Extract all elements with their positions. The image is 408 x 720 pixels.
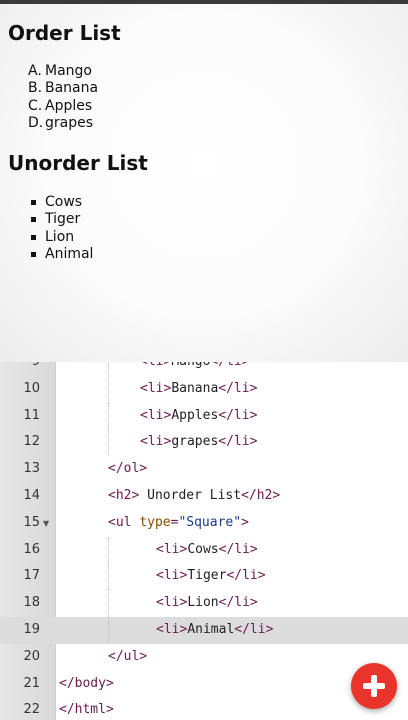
unordered-list-heading: Unorder List	[8, 151, 148, 175]
code-text: <li>Cows</li>	[156, 541, 258, 557]
indent-guide	[108, 563, 109, 591]
line-number: 18	[23, 595, 40, 611]
list-item-text: grapes	[45, 114, 94, 131]
code-line[interactable]: 12 <li>grapes</li>	[0, 429, 408, 457]
list-item-text: Mango	[45, 63, 92, 79]
indent-guide	[108, 375, 109, 403]
list-marker: D.	[28, 114, 44, 131]
line-number: 19	[23, 621, 40, 637]
code-line[interactable]: 21 </body>	[0, 671, 408, 698]
indent-guide	[108, 536, 109, 564]
code-text: <li>Banana</li>	[140, 380, 258, 396]
list-item-text: Apples	[45, 97, 93, 114]
code-editor[interactable]: 9 <li>Mango</li> 10 <li>Banana</li> 11 <li>Ap…	[0, 362, 408, 720]
code-text: <li>grapes</li>	[140, 434, 258, 450]
square-bullet-icon	[31, 234, 36, 240]
code-text: </body>	[59, 675, 114, 691]
list-marker: A.	[28, 63, 42, 79]
square-bullet-icon	[31, 217, 36, 223]
code-text: <li>Tiger</li>	[156, 568, 266, 584]
code-text: </ul>	[108, 648, 148, 664]
code-text: <h2> Unorder List</h2>	[108, 487, 281, 503]
line-number: 17	[23, 568, 40, 584]
square-bullet-icon	[31, 200, 36, 205]
list-item-text: Lion	[45, 228, 75, 245]
line-number: 15	[23, 514, 40, 530]
line-number: 14	[23, 487, 40, 503]
code-text: <li>Animal</li>	[156, 621, 274, 637]
ordered-list-heading: Order List	[8, 21, 121, 45]
indent-guide	[108, 616, 109, 644]
code-text: <li>Apples</li>	[140, 407, 258, 423]
code-text: <li>Lion</li>	[156, 595, 258, 611]
line-number: 13	[23, 461, 40, 477]
indent-guide	[108, 590, 109, 617]
line-number: 9	[0, 362, 40, 369]
code-line[interactable]: 17 <li>Tiger</li>	[0, 563, 408, 591]
list-item-text: Tiger	[45, 211, 81, 228]
code-line[interactable]: 9 <li>Mango</li>	[0, 362, 408, 376]
code-line[interactable]: 10 <li>Banana</li>	[0, 375, 408, 403]
fold-toggle-icon[interactable]: ▼	[43, 519, 49, 528]
code-line[interactable]: 22 </html>	[0, 697, 408, 720]
line-number: 21	[23, 675, 40, 691]
line-number: 12	[23, 434, 40, 450]
line-number: 16	[23, 541, 40, 557]
add-button[interactable]	[351, 663, 397, 709]
line-number: 11	[23, 407, 40, 423]
list-item-text: Banana	[45, 80, 99, 97]
code-line[interactable]: 20 </ul>	[0, 644, 408, 671]
list-marker: C.	[28, 97, 43, 114]
line-number: 22	[23, 702, 40, 718]
code-text: <li>Mango</li>	[140, 362, 250, 369]
code-text: </ol>	[108, 461, 148, 477]
html-preview-pane: Order List A. Mango B. Banana C. Apples D. g…	[0, 4, 408, 362]
code-line[interactable]: 15 ▼ <ul type="Square">	[0, 510, 408, 537]
code-text: <ul type="Square">	[108, 514, 249, 530]
indent-guide	[108, 402, 109, 430]
code-line[interactable]: 14 <h2> Unorder List</h2>	[0, 483, 408, 510]
code-line[interactable]: 11 <li>Apples</li>	[0, 402, 408, 430]
code-line[interactable]: 13 </ol>	[0, 456, 408, 483]
square-bullet-icon	[31, 251, 36, 257]
code-line[interactable]: 18 <li>Lion</li>	[0, 590, 408, 617]
list-item-text: Cows	[45, 194, 83, 210]
line-number: 20	[23, 648, 40, 664]
indent-guide	[108, 429, 109, 457]
code-lines[interactable]: 9 <li>Mango</li> 10 <li>Banana</li> 11 <li>Ap…	[0, 362, 408, 720]
code-line[interactable]: 16 <li>Cows</li>	[0, 536, 408, 564]
code-line[interactable]: 19 <li>Animal</li>	[0, 616, 408, 644]
indent-guide	[108, 362, 109, 376]
list-marker: B.	[28, 80, 43, 97]
code-text: </html>	[59, 702, 114, 718]
line-number: 10	[23, 380, 40, 396]
list-item-text: Animal	[45, 245, 94, 262]
